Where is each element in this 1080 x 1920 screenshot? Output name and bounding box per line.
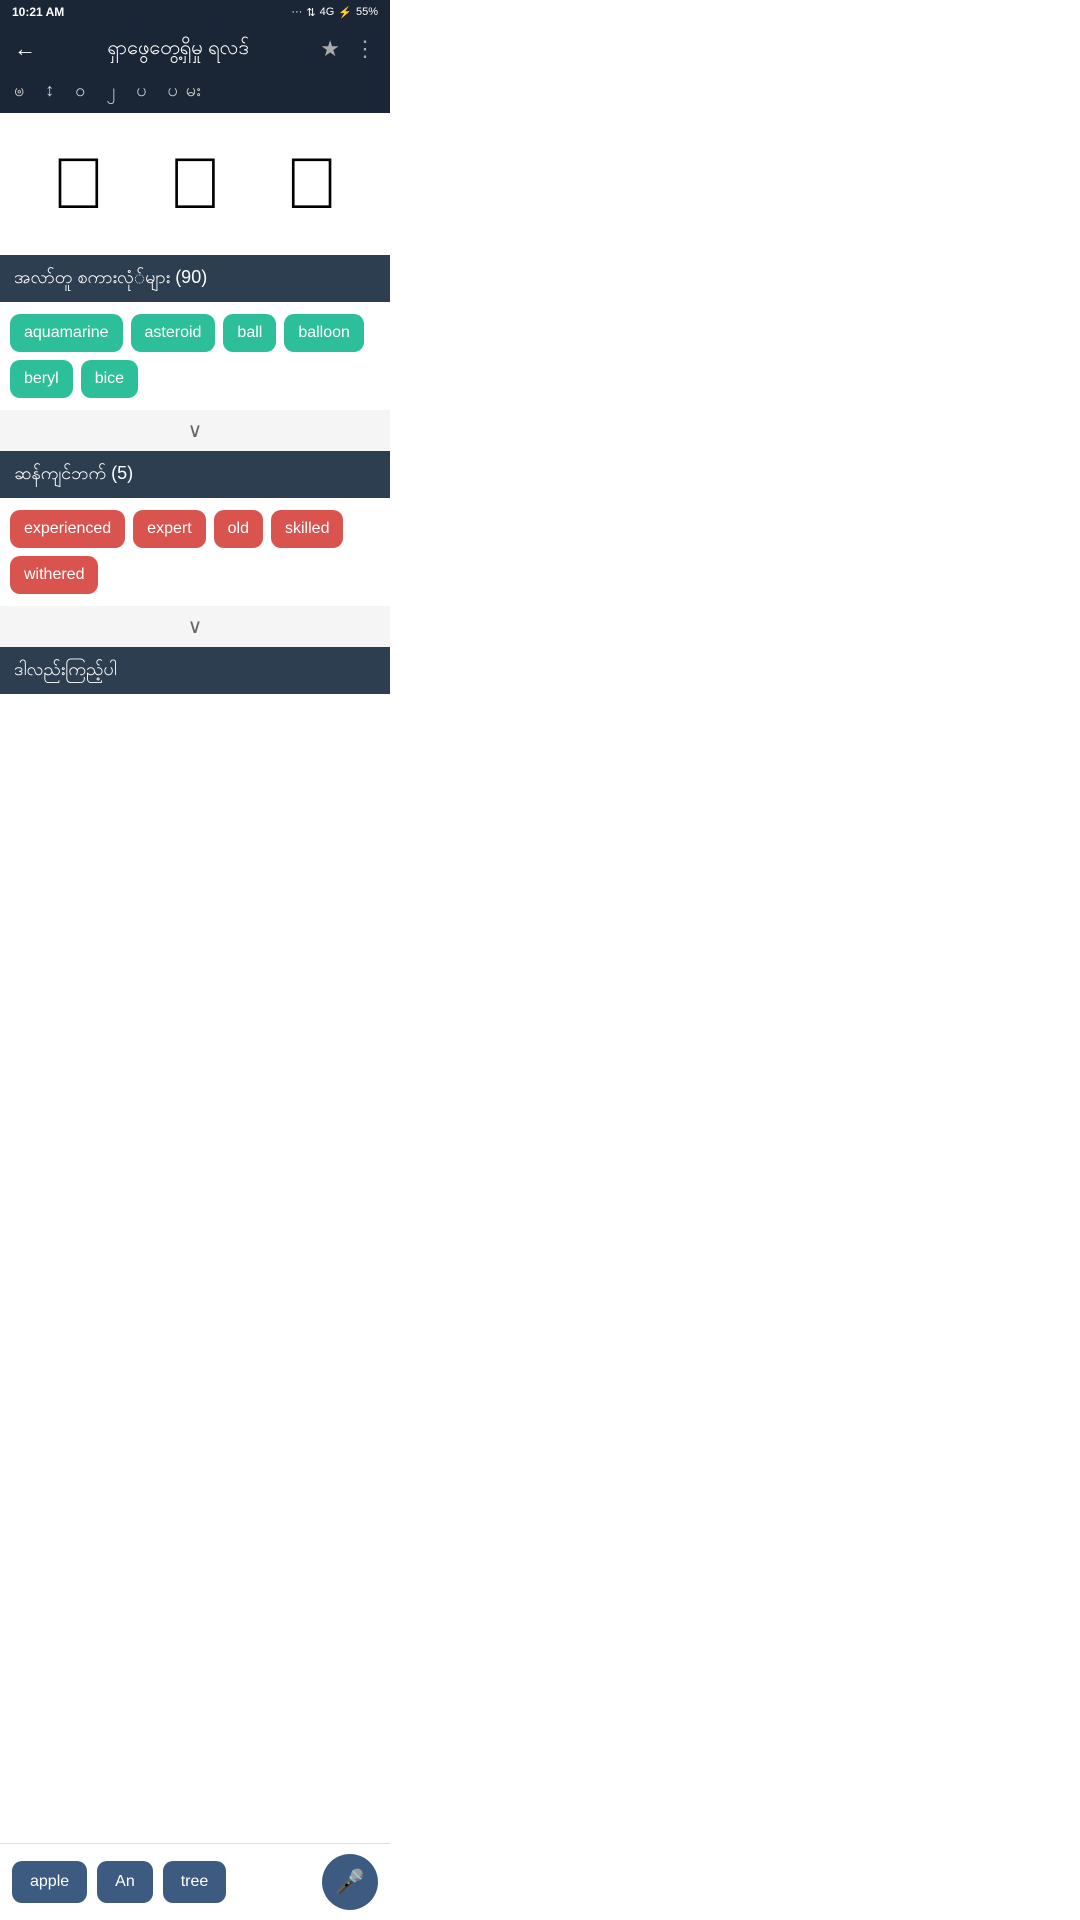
tag-old[interactable]: old <box>214 510 263 548</box>
signal-icon: ··· <box>291 6 302 18</box>
section2-tags: experienced expert old skilled withered <box>0 498 390 606</box>
status-icons: ··· ⇅ 4G ⚡ 55% <box>291 6 378 19</box>
section2-expand-button[interactable]: ∨ <box>0 606 390 647</box>
tag-expert[interactable]: expert <box>133 510 205 548</box>
network-icon: ⇅ <box>306 6 315 19</box>
section2-header: ဆန်ကျင်ဘက် (5) <box>0 451 390 498</box>
tag-ball[interactable]: ball <box>223 314 276 352</box>
mic-icon: 🎤 <box>335 1868 365 1897</box>
more-options-icon[interactable]: ⋮ <box>354 36 376 62</box>
tag-asteroid[interactable]: asteroid <box>131 314 216 352</box>
section3-title: ဒါလည်းကြည့်ပါ <box>14 659 117 679</box>
chevron-down-icon-2: ∨ <box>188 614 203 639</box>
page-title: ရှာဖွေတွေ့ရှိမှု ရလဒ် <box>48 34 308 64</box>
tag-aquamarine[interactable]: aquamarine <box>10 314 123 352</box>
images-row:    <box>0 113 390 255</box>
tag-experienced[interactable]: experienced <box>10 510 125 548</box>
sub-header-text: ၑ ↕ ၀ ၂ ပ ပမး <box>14 80 209 100</box>
bottom-tag-tree[interactable]: tree <box>163 1861 227 1903</box>
section2-title: ဆန်ကျင်ဘက် (5) <box>14 463 133 483</box>
apple-icon-1:  <box>51 143 105 225</box>
favorite-star-icon[interactable]: ★ <box>320 36 340 62</box>
app-header: ← ရှာဖွေတွေ့ရှိမှု ရလဒ် ★ ⋮ <box>0 24 390 74</box>
bottom-bar: apple An tree 🎤 <box>0 1843 390 1920</box>
section1-tags: aquamarine asteroid ball balloon beryl b… <box>0 302 390 410</box>
header-actions: ★ ⋮ <box>320 36 376 62</box>
tag-beryl[interactable]: beryl <box>10 360 73 398</box>
4g-label: 4G <box>320 6 335 18</box>
tag-bice[interactable]: bice <box>81 360 138 398</box>
section1-title: အလာ်တူ စကားလုံ်များ (90) <box>14 267 207 287</box>
status-time: 10:21 AM <box>12 5 64 19</box>
tag-skilled[interactable]: skilled <box>271 510 343 548</box>
battery-level: 55% <box>356 6 378 18</box>
apple-icon-2:  <box>168 143 222 225</box>
apple-icon-3:  <box>285 143 339 225</box>
back-button[interactable]: ← <box>14 36 36 62</box>
tag-balloon[interactable]: balloon <box>284 314 364 352</box>
sub-header-row: ၑ ↕ ၀ ၂ ပ ပမး <box>0 74 390 113</box>
tag-withered[interactable]: withered <box>10 556 98 594</box>
microphone-button[interactable]: 🎤 <box>322 1854 378 1910</box>
bottom-tag-an[interactable]: An <box>97 1861 153 1903</box>
bottom-tag-apple[interactable]: apple <box>12 1861 87 1903</box>
section1-header: အလာ်တူ စကားလုံ်များ (90) <box>0 255 390 302</box>
battery-icon: ⚡ <box>338 6 352 19</box>
section3-header: ဒါလည်းကြည့်ပါ <box>0 647 390 694</box>
chevron-down-icon-1: ∨ <box>188 418 203 443</box>
status-bar: 10:21 AM ··· ⇅ 4G ⚡ 55% <box>0 0 390 24</box>
section1-expand-button[interactable]: ∨ <box>0 410 390 451</box>
